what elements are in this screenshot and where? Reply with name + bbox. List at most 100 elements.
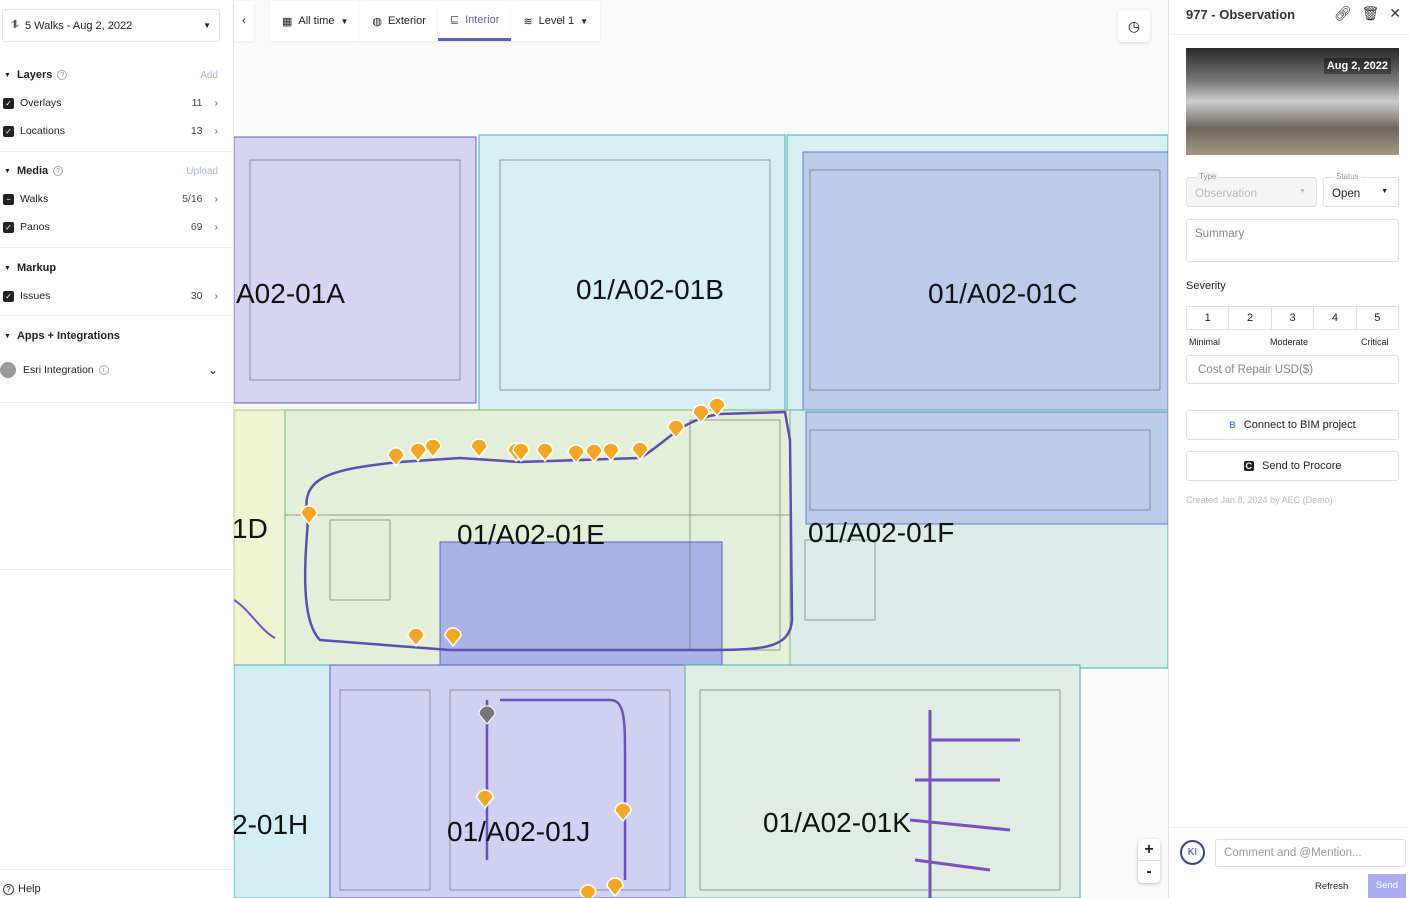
section-title: Markup [16,262,57,274]
checkbox-checked[interactable]: ✓ [3,290,14,302]
item-count: 13 [190,125,203,137]
pano-thumbnail[interactable]: Aug 2, 2022 [1186,48,1399,155]
floor-plan-svg[interactable]: A02-01A 01/A02-01B 01/A02-01C 1D 01/A02-… [234,0,1168,898]
zone-label: 01/A02-01B [576,274,724,305]
type-select[interactable]: Type Observation ▼ [1186,172,1317,207]
chevron-right-icon[interactable]: › [215,193,219,205]
caret-down-icon: ▼ [1299,188,1306,195]
chevron-right-icon[interactable]: › [215,125,219,137]
severity-4[interactable]: 4 [1314,307,1357,329]
send-to-procore-button[interactable]: C Send to Procore [1186,451,1399,481]
trash-icon[interactable]: 🗑︎ [1361,5,1379,22]
zoom-controls: + - [1138,839,1160,883]
tab-interior[interactable]: ⊑ Interior [437,1,512,41]
issue-marker[interactable] [579,884,597,898]
help-icon[interactable]: ? [53,166,64,176]
severity-2[interactable]: 2 [1229,307,1272,329]
walk-selector-label: 5 Walks - Aug 2, 2022 [25,19,133,32]
status-select[interactable]: Status Open ▼ [1323,172,1399,207]
floor-plan-map[interactable]: A02-01A 01/A02-01B 01/A02-01C 1D 01/A02-… [234,0,1168,898]
procore-icon: C [1243,461,1254,471]
button-label: Connect to BIM project [1243,419,1356,431]
zone-label: 01/A02-01K [763,807,911,838]
level-dropdown[interactable]: ≋ Level 1 ▼ [511,1,600,41]
close-icon[interactable]: ✕ [1389,5,1401,22]
collapse-icon[interactable]: ▼ [4,168,11,175]
item-count: 11 [191,97,203,109]
collapse-sidebar-button[interactable]: ‹ [234,1,254,41]
upload-link[interactable]: Upload [186,166,218,177]
sidebar-item-walks[interactable]: − Walks 5/16 › [0,185,234,213]
info-icon[interactable]: i [98,365,109,375]
chevron-right-icon[interactable]: › [215,290,219,302]
item-count: 5/16 [182,193,203,205]
user-avatar: KI [1180,840,1205,865]
severity-3[interactable]: 3 [1272,307,1315,329]
checkbox-indeterminate[interactable]: − [3,193,14,205]
chevron-right-icon[interactable]: › [215,97,219,109]
field-value: Observation [1195,188,1258,200]
tab-exterior[interactable]: ◍ Exterior [360,1,438,41]
time-filter-dropdown[interactable]: ▦ All time ▼ [270,1,361,41]
summary-textarea[interactable]: Summary [1186,219,1399,262]
divider [1169,34,1409,35]
sidebar-item-overlays[interactable]: ✓ Overlays 11 › [0,89,234,117]
layers-icon: ≋ [523,15,533,28]
calendar-icon: ▦ [282,15,293,28]
divider [0,569,234,570]
sidebar-item-panos[interactable]: ✓ Panos 69 › [0,213,234,241]
comment-input[interactable]: Comment and @Mention... [1215,839,1406,867]
summary-placeholder: Summary [1195,228,1245,240]
item-label: Issues [20,290,51,302]
severity-1[interactable]: 1 [1187,307,1230,329]
globe-icon: ◍ [372,15,382,28]
zone-h[interactable] [234,664,331,898]
zone-b[interactable] [478,134,786,412]
sidebar-item-esri[interactable]: Esri Integration i ⌄ [0,350,234,390]
help-link[interactable]: ? Help [3,883,41,895]
severity-5[interactable]: 5 [1357,307,1398,329]
comment-placeholder: Comment and @Mention... [1224,847,1362,859]
chevron-down-icon[interactable]: ⌄ [208,363,218,377]
caret-down-icon: ▼ [340,16,349,26]
markup-section: ▼ Markup ✓ Issues 30 › [0,254,234,310]
sidebar-item-locations[interactable]: ✓ Locations 13 › [0,117,234,145]
chevron-right-icon[interactable]: › [215,221,219,233]
section-title: Media [16,165,49,177]
apps-section: ▼ Apps + Integrations Esri Integration i ⌄ [0,322,234,390]
sidebar-item-issues[interactable]: ✓ Issues 30 › [0,282,234,310]
zone-label: 01/A02-01E [457,519,605,550]
zone-k[interactable] [684,664,1081,898]
collapse-icon[interactable]: ▼ [4,265,11,272]
button-label: Send to Procore [1262,460,1342,472]
layers-section: ▼ Layers? Add ✓ Overlays 11 › ✓ Locations 13 › [0,61,234,145]
checkbox-checked[interactable]: ✓ [3,97,14,109]
checkbox-checked[interactable]: ✓ [3,221,14,233]
collapse-icon[interactable]: ▼ [4,72,11,79]
field-label: Type [1197,172,1219,181]
tab-label: Exterior [388,15,426,27]
collapse-icon[interactable]: ▼ [4,333,11,340]
link-icon[interactable]: 🔗︎ [1334,5,1352,22]
history-button[interactable]: ◷ [1118,10,1150,42]
add-layer-link[interactable]: Add [200,70,218,81]
checkbox-checked[interactable]: ✓ [3,125,14,137]
divider [0,869,234,870]
history-icon: ◷ [1127,17,1141,34]
zoom-out-button[interactable]: - [1138,861,1160,883]
walk-selector[interactable]: ⥮ 5 Walks - Aug 2, 2022 ▼ [2,9,220,42]
cost-input[interactable]: Cost of Repair USD($) [1186,355,1399,384]
help-icon[interactable]: ? [57,70,68,80]
zone-a[interactable] [234,136,477,404]
divider [0,402,234,403]
item-label: Esri Integration [23,364,94,376]
divider [1169,827,1409,828]
connect-bim-button[interactable]: B Connect to BIM project [1186,410,1399,440]
panel-title: 977 - Observation [1186,7,1296,22]
divider [0,151,234,152]
help-icon: ? [3,883,14,895]
zoom-in-button[interactable]: + [1138,839,1160,861]
send-button[interactable]: Send [1368,874,1406,898]
refresh-button[interactable]: Refresh [1315,881,1348,892]
item-count: 69 [190,221,203,233]
